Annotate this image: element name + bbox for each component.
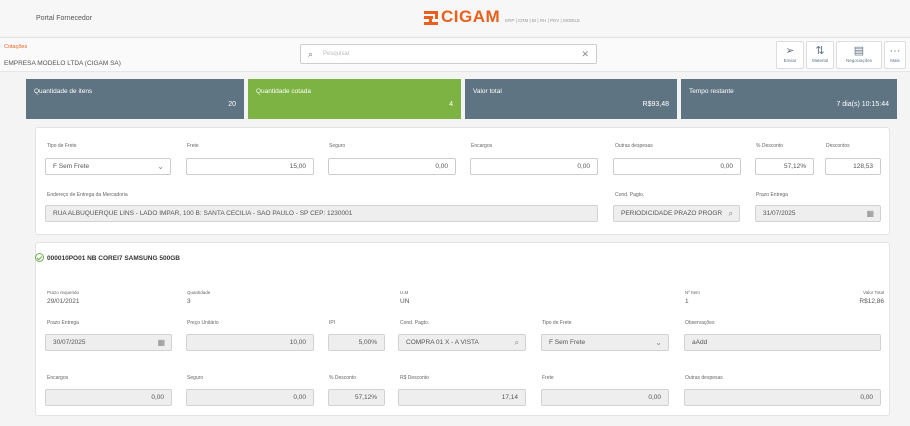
item-other-expenses-label: Outras despesas (685, 375, 723, 381)
item-discount-rs-label: R$ Desconto (400, 375, 429, 381)
item-total-label: Valor Total (863, 290, 884, 295)
item-payment-field[interactable]: COMPRA 01 X - A VISTA ⌕ (398, 334, 526, 351)
insurance-label: Seguro (329, 143, 346, 149)
freight-input[interactable]: 15,00 (186, 158, 314, 175)
negotiations-button[interactable]: ▤ Negociações (836, 41, 882, 69)
item-freight-field: 0,00 (541, 389, 669, 406)
other-expenses-input[interactable]: 0,00 (613, 158, 741, 175)
discounts-input[interactable]: 128,53 (825, 158, 881, 175)
freight-type-label: Tipo de Frete (47, 143, 77, 149)
item-charges-label: Encargos (47, 375, 69, 381)
unit-price-field: 10,00 (186, 334, 314, 351)
item-insurance-label: Seguro (187, 375, 204, 381)
due-date-value: 29/01/2021 (47, 298, 80, 305)
payment-terms-field[interactable]: PERIODICIDADE PRAZO PROGR ⌕ (613, 205, 740, 222)
search-icon[interactable]: ⌕ (726, 206, 733, 221)
notes-field[interactable]: aAdd (684, 334, 881, 351)
search-input[interactable]: Pesquisar (323, 51, 350, 57)
cigam-logo-icon (424, 11, 438, 25)
item-discount-pct-label: % Desconto (329, 375, 356, 381)
item-freight-type-select[interactable]: F Sem Frete ⌄ (541, 334, 669, 351)
search-icon: ⌕ (308, 49, 314, 59)
delivery-date-label: Prazo Entrega (756, 192, 788, 198)
document-icon: ▤ (853, 45, 865, 57)
brand-name: CIGAM (441, 7, 501, 26)
insurance-input[interactable]: 0,00 (328, 158, 456, 175)
calendar-icon[interactable]: ▦ (866, 206, 874, 221)
sort-arrows-icon: ⇅ (815, 45, 825, 57)
material-button[interactable]: ⇅ Material (806, 41, 834, 69)
chevron-down-icon: ⌄ (655, 338, 662, 347)
time-remaining-card: Tempo restante 7 dia(s) 10:15:44 (681, 79, 897, 119)
item-delivery-label: Prazo Entrega (47, 320, 79, 326)
item-discount-pct-field: 57,12% (328, 389, 385, 406)
item-number-label: Nº Item (685, 290, 700, 295)
delivery-date-field[interactable]: 31/07/2025 ▦ (755, 205, 881, 222)
discount-pct-input[interactable]: 57,12% (755, 158, 814, 175)
calendar-icon[interactable]: ▦ (157, 335, 165, 350)
ipi-field: 5,00% (328, 334, 385, 351)
item-title: 000010PO01 NB COREI7 SAMSUNG 500GB (47, 255, 180, 262)
due-date-label: Prazo requerido (47, 290, 80, 295)
address-label: Endereço de Entrega da Mercadoria (47, 192, 128, 198)
unit-value: UN (400, 298, 410, 305)
notes-label: Observações (685, 320, 715, 326)
address-field: RUA ALBUQUERQUE LINS - LADO IMPAR, 100 B… (45, 205, 598, 222)
total-value-card: Valor total R$93,48 (465, 79, 677, 119)
more-button[interactable]: ··· Mais (884, 41, 906, 69)
brand-subtitle: ERP | CRM | BI | RH | PDV | MOBILE (505, 18, 580, 23)
portal-title: Portal Fornecedor (36, 15, 93, 22)
item-freight-type-label: Tipo de Frete (542, 320, 572, 326)
app-frame: Portal Fornecedor CIGAM ERP | CRM | BI |… (0, 0, 910, 426)
quoted-count-card: Quantidade cotada 4 (248, 79, 461, 119)
other-expenses-label: Outras despesas (615, 143, 653, 149)
cigam-logo: CIGAM ERP | CRM | BI | RH | PDV | MOBILE (424, 7, 580, 26)
discount-pct-label: % Desconto (756, 143, 783, 149)
item-number-value: 1 (685, 298, 689, 305)
search-box[interactable]: ⌕ Pesquisar ✕ (300, 44, 597, 64)
search-icon[interactable]: ⌕ (515, 335, 519, 350)
ipi-label: IPI (329, 320, 336, 326)
company-name: EMPRESA MODELO LTDA (CIGAM SA) (4, 60, 121, 67)
item-total-value: R$12,86 (859, 298, 884, 305)
item-freight-label: Frete (542, 375, 554, 381)
quantity-label: Quantidade (187, 290, 211, 295)
charges-input[interactable]: 0,00 (470, 158, 598, 175)
item-delivery-field[interactable]: 30/07/2025 ▦ (45, 334, 172, 351)
unit-label: U.M (400, 290, 409, 295)
chevron-down-icon: ⌄ (157, 162, 164, 171)
items-count-card: Quantidade de itens 20 (26, 79, 244, 119)
payment-terms-label: Cond. Pagto. (615, 192, 645, 198)
item-charges-field: 0,00 (45, 389, 172, 406)
item-other-expenses-field: 0,00 (684, 389, 881, 406)
freight-label: Frete (187, 143, 199, 149)
breadcrumb[interactable]: Cotações (4, 44, 27, 50)
item-discount-rs-field: 17,14 (398, 389, 526, 406)
charges-label: Encargos (471, 143, 493, 149)
freight-type-select[interactable]: F Sem Frete ⌄ (45, 158, 171, 175)
clear-icon[interactable]: ✕ (581, 49, 589, 60)
unit-price-label: Preço Unitário (187, 320, 219, 326)
quantity-value: 3 (187, 298, 191, 305)
more-dots-icon: ··· (889, 45, 901, 57)
top-bar: Portal Fornecedor CIGAM ERP | CRM | BI |… (0, 0, 910, 38)
discounts-label: Descontos (826, 143, 850, 149)
check-circle-icon (35, 253, 44, 262)
item-payment-label: Cond. Pagto. (400, 320, 430, 326)
send-button[interactable]: ➢ Enviar (776, 41, 804, 69)
send-icon: ➢ (785, 45, 795, 57)
item-insurance-field: 0,00 (186, 389, 314, 406)
